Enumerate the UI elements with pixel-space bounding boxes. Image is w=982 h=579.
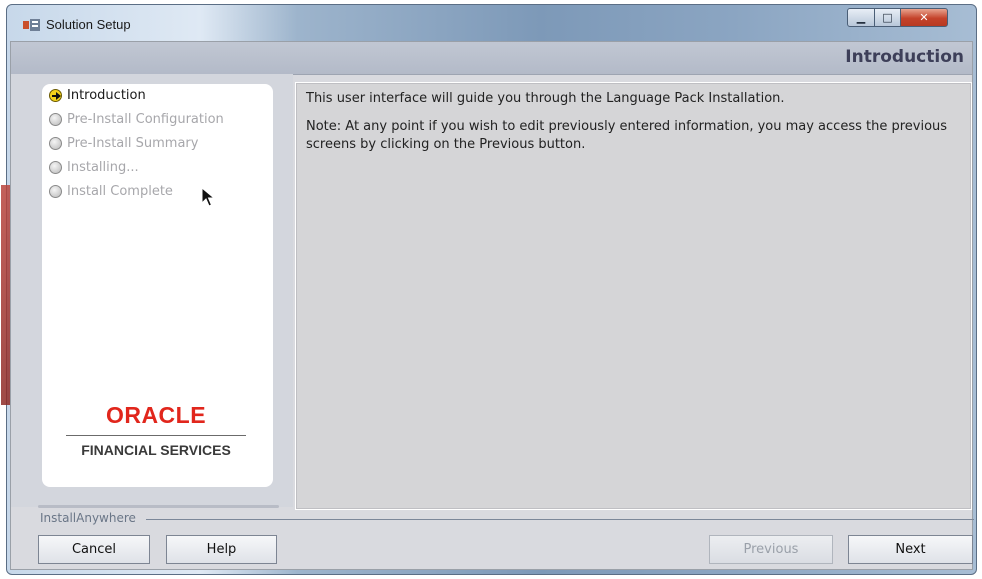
step-pre-install-configuration: Pre-Install Configuration	[49, 109, 224, 129]
financial-services-text: FINANCIAL SERVICES	[81, 442, 231, 458]
introduction-content: This user interface will guide you throu…	[295, 82, 972, 510]
next-button[interactable]: Next	[848, 535, 973, 564]
help-button[interactable]: Help	[166, 535, 277, 564]
mouse-pointer-icon	[201, 187, 215, 207]
client-area: Introduction Introduction Pre-Install Co…	[10, 41, 974, 570]
current-step-arrow-icon	[49, 88, 62, 102]
close-button[interactable]: ✕	[900, 8, 948, 27]
step-installing: Installing...	[49, 157, 139, 177]
pending-step-circle-icon	[49, 112, 62, 126]
cancel-button[interactable]: Cancel	[38, 535, 150, 564]
minimize-icon: ▁	[856, 11, 866, 24]
maximize-button[interactable]: □	[874, 8, 901, 27]
step-label: Introduction	[67, 87, 146, 103]
pending-step-circle-icon	[49, 184, 62, 198]
pending-step-circle-icon	[49, 136, 62, 150]
step-label: Pre-Install Summary	[67, 135, 199, 151]
panel-divider	[38, 505, 279, 508]
step-install-complete: Install Complete	[49, 181, 173, 201]
oracle-financial-services-logo: ORACLE FINANCIAL SERVICES	[66, 402, 246, 458]
step-introduction: Introduction	[49, 85, 146, 105]
previous-button[interactable]: Previous	[709, 535, 833, 564]
footer-divider	[146, 519, 974, 520]
minimize-button[interactable]: ▁	[847, 8, 875, 27]
close-icon: ✕	[919, 11, 929, 24]
logo-divider	[66, 435, 246, 436]
step-label: Pre-Install Configuration	[67, 111, 224, 127]
app-icon	[23, 19, 40, 31]
step-label: Installing...	[67, 159, 139, 175]
oracle-wordmark: ORACLE	[105, 402, 207, 428]
step-pre-install-summary: Pre-Install Summary	[49, 133, 198, 153]
note-text: Note: At any point if you wish to edit p…	[306, 119, 948, 152]
page-title: Introduction	[845, 47, 964, 67]
intro-text: This user interface will guide you throu…	[306, 91, 785, 106]
maximize-icon: □	[882, 11, 893, 24]
step-list-card: Introduction Pre-Install Configuration P…	[42, 84, 273, 487]
installanywhere-label: InstallAnywhere	[40, 511, 136, 525]
installer-window: Solution Setup ▁ □ ✕ Introduction Introd…	[1, 4, 977, 575]
title-bar[interactable]: Solution Setup ▁ □ ✕	[7, 5, 976, 43]
step-label: Install Complete	[67, 183, 173, 199]
window-title: Solution Setup	[46, 17, 131, 32]
pending-step-circle-icon	[49, 160, 62, 174]
step-panel: Introduction Pre-Install Configuration P…	[11, 74, 293, 507]
step-header: Introduction	[11, 42, 972, 75]
